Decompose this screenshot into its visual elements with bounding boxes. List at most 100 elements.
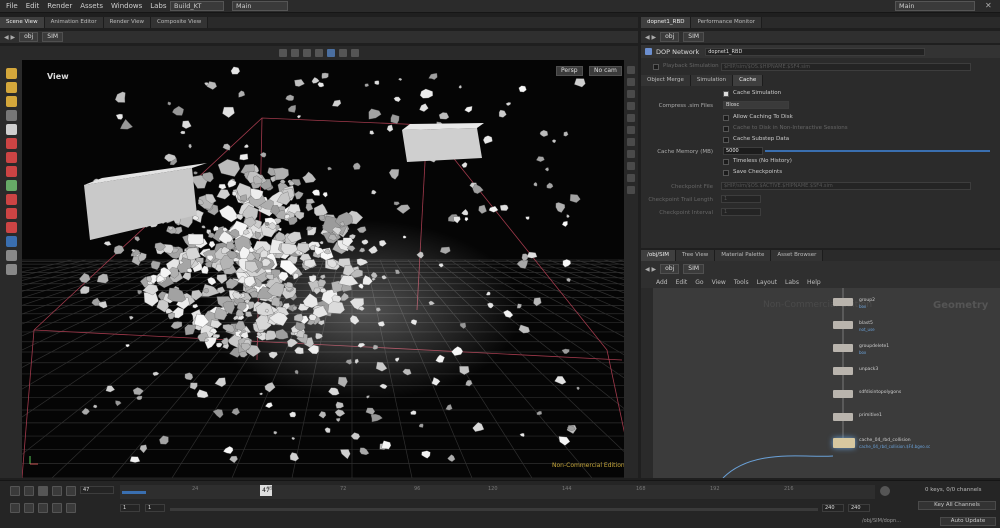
display-icon[interactable] xyxy=(5,264,17,275)
tab-object-merge[interactable]: Object Merge xyxy=(641,74,691,86)
jump-start-icon[interactable] xyxy=(10,486,20,496)
persp-menu[interactable]: Persp xyxy=(556,66,583,76)
memory-slider[interactable] xyxy=(765,150,990,152)
tab-scene-view[interactable]: Scene View xyxy=(0,17,45,28)
menu-render[interactable]: Render xyxy=(43,0,76,13)
cache-simulation-checkbox[interactable] xyxy=(723,91,729,97)
path-obj[interactable]: obj xyxy=(19,32,39,42)
scene-viewport[interactable]: View Persp No cam Non-Commercial Edition xyxy=(22,60,638,478)
snap-point-icon[interactable] xyxy=(339,49,347,57)
substep-checkbox[interactable] xyxy=(723,137,729,143)
global-animation-icon[interactable] xyxy=(52,503,62,513)
menu-windows[interactable]: Windows xyxy=(107,0,146,13)
back-arrow-icon[interactable]: ◀ ▶ xyxy=(645,266,656,273)
tab-composite-view[interactable]: Composite View xyxy=(151,17,209,28)
key-all-button[interactable]: Key All Channels xyxy=(918,501,996,510)
display-option-icon[interactable] xyxy=(627,66,635,74)
playback-checkbox[interactable] xyxy=(653,64,659,70)
view-icon[interactable] xyxy=(5,180,17,191)
timeline-track[interactable]: 47 24 48 72 96 120 144 168 192 216 xyxy=(120,485,875,499)
node[interactable] xyxy=(833,413,853,421)
path-obj[interactable]: obj xyxy=(660,32,680,42)
node[interactable] xyxy=(833,367,853,375)
tab-obj-sim[interactable]: /obj/SIM xyxy=(641,250,676,261)
tab-animation-editor[interactable]: Animation Editor xyxy=(44,17,104,28)
select-tool-icon[interactable] xyxy=(279,49,287,57)
checkpoint-file-field[interactable]: $HIP/sim/$OS.$ACTIVE.$HIPNAME.$SF4.sim xyxy=(721,182,971,190)
back-arrow-icon[interactable]: ◀ ▶ xyxy=(645,34,656,41)
timeless-checkbox[interactable] xyxy=(723,159,729,165)
tab-dopnet[interactable]: dopnet1_RBD xyxy=(641,17,692,28)
node[interactable] xyxy=(833,344,853,352)
menu-tools[interactable]: Tools xyxy=(731,279,752,286)
node-graph[interactable]: Non-Commercial Edition Geometry group2 bo… xyxy=(653,288,1000,478)
node[interactable] xyxy=(833,321,853,329)
tab-simulation[interactable]: Simulation xyxy=(690,74,734,86)
sculpt-icon[interactable] xyxy=(5,208,17,219)
desktop-dropdown[interactable]: Build_KT xyxy=(170,1,224,11)
compress-dropdown[interactable]: Blosc xyxy=(723,101,789,109)
trail-field[interactable]: 1 xyxy=(721,195,761,203)
path-sim[interactable]: SIM xyxy=(42,32,64,42)
menu-layout[interactable]: Layout xyxy=(754,279,780,286)
noninteractive-checkbox[interactable] xyxy=(723,126,729,132)
tab-performance-monitor[interactable]: Performance Monitor xyxy=(691,17,762,28)
interval-field[interactable]: 1 xyxy=(721,208,761,216)
menu-assets[interactable]: Assets xyxy=(76,0,107,13)
node[interactable] xyxy=(833,390,853,398)
right-main-dropdown[interactable]: Main xyxy=(895,1,975,11)
select-icon[interactable] xyxy=(5,68,17,79)
lock-icon[interactable] xyxy=(5,124,17,135)
menu-go[interactable]: Go xyxy=(692,279,706,286)
node[interactable] xyxy=(833,298,853,306)
tab-render-view[interactable]: Render View xyxy=(103,17,152,28)
background-icon[interactable] xyxy=(627,138,635,146)
scale-tool-icon[interactable] xyxy=(315,49,323,57)
normals-icon[interactable] xyxy=(627,162,635,170)
menu-file[interactable]: File xyxy=(2,0,22,13)
end-field-2[interactable]: 240 xyxy=(848,504,870,512)
back-arrow-icon[interactable]: ◀ ▶ xyxy=(4,34,15,41)
memory-field[interactable]: 5000 xyxy=(723,147,763,155)
rotate-icon[interactable] xyxy=(5,96,17,107)
menu-add[interactable]: Add xyxy=(653,279,671,286)
pose-icon[interactable] xyxy=(5,138,17,149)
brush-icon[interactable] xyxy=(5,166,17,177)
handle-icon[interactable] xyxy=(5,110,17,121)
tab-cache[interactable]: Cache xyxy=(733,74,764,86)
audio-icon[interactable] xyxy=(38,503,48,513)
tab-material-palette[interactable]: Material Palette xyxy=(715,250,772,261)
shadow-icon[interactable] xyxy=(627,126,635,134)
render-icon[interactable] xyxy=(5,250,17,261)
light-icon[interactable] xyxy=(627,114,635,122)
playback-path-field[interactable]: $HIP/sim/$OS.$HIPNAME.$SF4.sim xyxy=(721,63,971,71)
magnet-icon[interactable] xyxy=(5,194,17,205)
end-field[interactable]: 240 xyxy=(822,504,844,512)
camera-menu[interactable]: No cam xyxy=(589,66,622,76)
snap-curve-icon[interactable] xyxy=(351,49,359,57)
path-sim[interactable]: SIM xyxy=(683,32,705,42)
range-icon[interactable] xyxy=(66,503,76,513)
rotate-tool-icon[interactable] xyxy=(303,49,311,57)
play-icon[interactable] xyxy=(52,486,62,496)
step-back-icon[interactable] xyxy=(24,486,34,496)
shaded-icon[interactable] xyxy=(627,90,635,98)
range-slider[interactable] xyxy=(170,508,818,511)
key-icon[interactable] xyxy=(880,486,890,496)
auto-update-button[interactable]: Auto Update xyxy=(940,517,996,526)
move-icon[interactable] xyxy=(5,82,17,93)
wireframe-icon[interactable] xyxy=(627,78,635,86)
menu-view[interactable]: View xyxy=(709,279,729,286)
stop-icon[interactable] xyxy=(38,486,48,496)
close-icon[interactable]: ✕ xyxy=(985,1,992,10)
jump-end-icon[interactable] xyxy=(66,486,76,496)
camera-icon[interactable] xyxy=(5,236,17,247)
menu-help[interactable]: Help xyxy=(804,279,824,286)
tab-tree-view[interactable]: Tree View xyxy=(675,250,716,261)
save-checkpoints-checkbox[interactable] xyxy=(723,170,729,176)
desk-main-dropdown[interactable]: Main xyxy=(232,1,288,11)
menu-labs[interactable]: Labs xyxy=(146,0,170,13)
start-field[interactable]: 1 xyxy=(120,504,140,512)
node[interactable] xyxy=(833,438,855,448)
transform-tool-icon[interactable] xyxy=(291,49,299,57)
